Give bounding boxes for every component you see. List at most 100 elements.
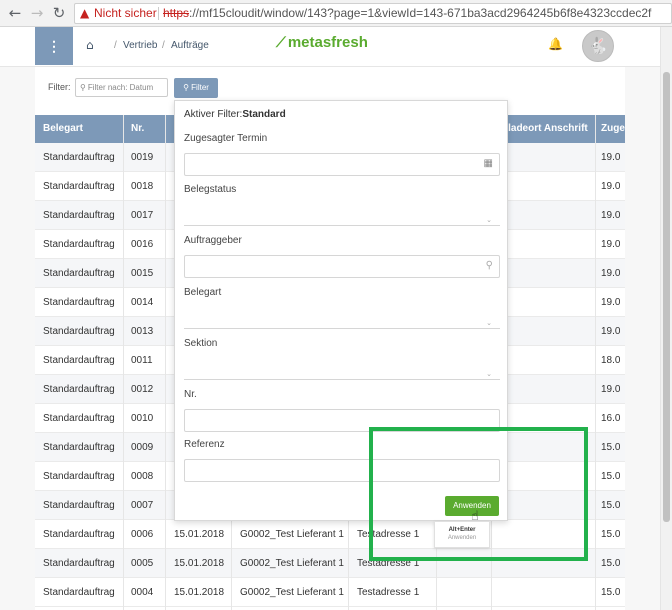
- browser-toolbar: ← → ↻ ▲ Nicht sicher https://mf15cloudit…: [0, 0, 672, 27]
- search-icon: ⚲: [80, 83, 86, 92]
- cell-belegart: Standardauftrag: [43, 529, 115, 540]
- cell-nr: 0004: [131, 587, 154, 598]
- cell-zugesagter-termin: 15.0: [601, 587, 621, 598]
- cell-belegart: Standardauftrag: [43, 152, 115, 163]
- cell-geschaeftspartner: G0002_Test Lieferant 1: [240, 529, 344, 540]
- cell-nr: 0017: [131, 210, 154, 221]
- active-filter-value: Standard: [242, 109, 286, 120]
- lookup-field-auftraggeber[interactable]: ⚲: [184, 255, 500, 278]
- cell-nr: 0013: [131, 326, 154, 337]
- url-scheme: https: [163, 6, 190, 20]
- cell-nr: 0009: [131, 442, 154, 453]
- cell-zugesagter-termin: 18.0: [601, 355, 621, 366]
- cell-belegart: Standardauftrag: [43, 442, 115, 453]
- breadcrumb-separator: /: [162, 40, 165, 51]
- avatar-icon: 🐇: [588, 36, 608, 55]
- url-rest: ://mf15cloudit/window/143?page=1&viewId=…: [189, 6, 652, 20]
- breadcrumb-separator: /: [114, 40, 117, 51]
- cell-zugesagter-termin: 15.0: [601, 442, 621, 453]
- search-icon: ⚲: [485, 260, 493, 271]
- back-icon[interactable]: ←: [6, 4, 24, 22]
- cell-belegart: Standardauftrag: [43, 471, 115, 482]
- app-logo: ⟋ metasfresh: [276, 34, 368, 51]
- field-label-nr: Nr.: [184, 389, 197, 400]
- column-divider: [165, 115, 166, 610]
- cell-zugesagter-termin: 19.0: [601, 239, 621, 250]
- cell-zugesagter-termin: 19.0: [601, 152, 621, 163]
- cell-belegart: Standardauftrag: [43, 384, 115, 395]
- column-header-belegart[interactable]: Belegart: [43, 115, 123, 143]
- cell-nr: 0010: [131, 413, 154, 424]
- cell-datum: 15.01.2018: [174, 558, 225, 569]
- cell-datum: 15.01.2018: [174, 587, 225, 598]
- cell-zugesagter-termin: 19.0: [601, 181, 621, 192]
- cell-geschaeftspartner: G0002_Test Lieferant 1: [240, 558, 344, 569]
- column-header-lieferort-anschrift[interactable]: oladeort Anschrift: [502, 115, 602, 143]
- active-filter-label: Aktiver Filter:: [184, 109, 243, 120]
- cell-datum: 15.01.2018: [174, 529, 225, 540]
- cell-zugesagter-termin: 15.0: [601, 500, 621, 511]
- cell-zugesagter-termin: 15.0: [601, 529, 621, 540]
- filter-button-label: Filter: [191, 83, 209, 92]
- cell-belegart: Standardauftrag: [43, 239, 115, 250]
- filter-label: Filter:: [48, 82, 71, 92]
- cell-belegart: Standardauftrag: [43, 210, 115, 221]
- warning-icon: ▲: [80, 6, 90, 20]
- cell-zugesagter-termin: 15.0: [601, 471, 621, 482]
- breadcrumb-item-auftraege[interactable]: Aufträge: [171, 40, 209, 51]
- insecure-label: Nicht sicher: [94, 6, 157, 20]
- select-belegstatus[interactable]: ⌄: [184, 204, 500, 226]
- cell-nr: 0012: [131, 384, 154, 395]
- screen: ← → ↻ ▲ Nicht sicher https://mf15cloudit…: [0, 0, 672, 610]
- cell-nr: 0019: [131, 152, 154, 163]
- home-icon[interactable]: ⌂: [86, 38, 94, 52]
- forward-icon[interactable]: →: [28, 4, 46, 22]
- scrollbar-thumb[interactable]: [663, 72, 670, 522]
- chevron-down-icon: ⌄: [486, 216, 492, 224]
- calendar-icon: ▦: [483, 158, 493, 169]
- highlight-box: [369, 427, 588, 561]
- field-label-belegart: Belegart: [184, 287, 222, 298]
- cell-belegart: Standardauftrag: [43, 587, 115, 598]
- avatar[interactable]: 🐇: [582, 30, 614, 62]
- menu-icon: ⋮: [47, 38, 61, 54]
- cell-zugesagter-termin: 19.0: [601, 268, 621, 279]
- reload-icon[interactable]: ↻: [50, 4, 68, 22]
- cell-nr: 0015: [131, 268, 154, 279]
- field-label-sektion: Sektion: [184, 338, 218, 349]
- filter-button[interactable]: ⚲ Filter: [174, 78, 218, 98]
- bell-icon[interactable]: 🔔: [548, 37, 563, 51]
- leaf-icon: ⟋: [276, 35, 286, 51]
- chevron-down-icon: ⌄: [486, 370, 492, 378]
- chevron-down-icon: ⌄: [486, 319, 492, 327]
- app-header: ⋮ ⌂ / Vertrieb / Aufträge ⟋ metasfresh 🔔 …: [0, 27, 660, 67]
- select-belegart[interactable]: ⌄: [184, 307, 500, 329]
- cell-nr: 0011: [131, 355, 153, 366]
- url-text: https://mf15cloudit/window/143?page=1&vi…: [163, 4, 651, 23]
- cell-nr: 0008: [131, 471, 154, 482]
- divider: [158, 7, 159, 20]
- cell-zugesagter-termin: 19.0: [601, 297, 621, 308]
- cell-belegart: Standardauftrag: [43, 181, 115, 192]
- cell-zugesagter-termin: 19.0: [601, 384, 621, 395]
- cell-nr: 0006: [131, 529, 154, 540]
- cell-geschaeftspartner: G0002_Test Lieferant 1: [240, 587, 344, 598]
- breadcrumb-item-vertrieb[interactable]: Vertrieb: [123, 40, 157, 51]
- select-sektion[interactable]: ⌄: [184, 358, 500, 380]
- active-filter-title: Aktiver Filter:Standard: [184, 109, 286, 120]
- field-label-auftraggeber: Auftraggeber: [184, 235, 242, 246]
- page-scrollbar[interactable]: [660, 27, 672, 610]
- cell-nr: 0016: [131, 239, 154, 250]
- cell-zugesagter-termin: 19.0: [601, 210, 621, 221]
- cell-lieferadresse: Testadresse 1: [357, 587, 420, 598]
- cell-belegart: Standardauftrag: [43, 326, 115, 337]
- field-label-referenz: Referenz: [184, 439, 225, 450]
- menu-button[interactable]: ⋮: [35, 27, 73, 65]
- filter-search-input[interactable]: ⚲ Filter nach: Datum: [75, 78, 168, 97]
- cell-belegart: Standardauftrag: [43, 355, 115, 366]
- address-bar[interactable]: ▲ Nicht sicher https://mf15cloudit/windo…: [74, 3, 672, 24]
- cell-nr: 0007: [131, 500, 154, 511]
- column-header-zugesagt[interactable]: Zuge: [601, 115, 625, 143]
- cell-belegart: Standardauftrag: [43, 413, 115, 424]
- date-field-termin[interactable]: ▦: [184, 153, 500, 176]
